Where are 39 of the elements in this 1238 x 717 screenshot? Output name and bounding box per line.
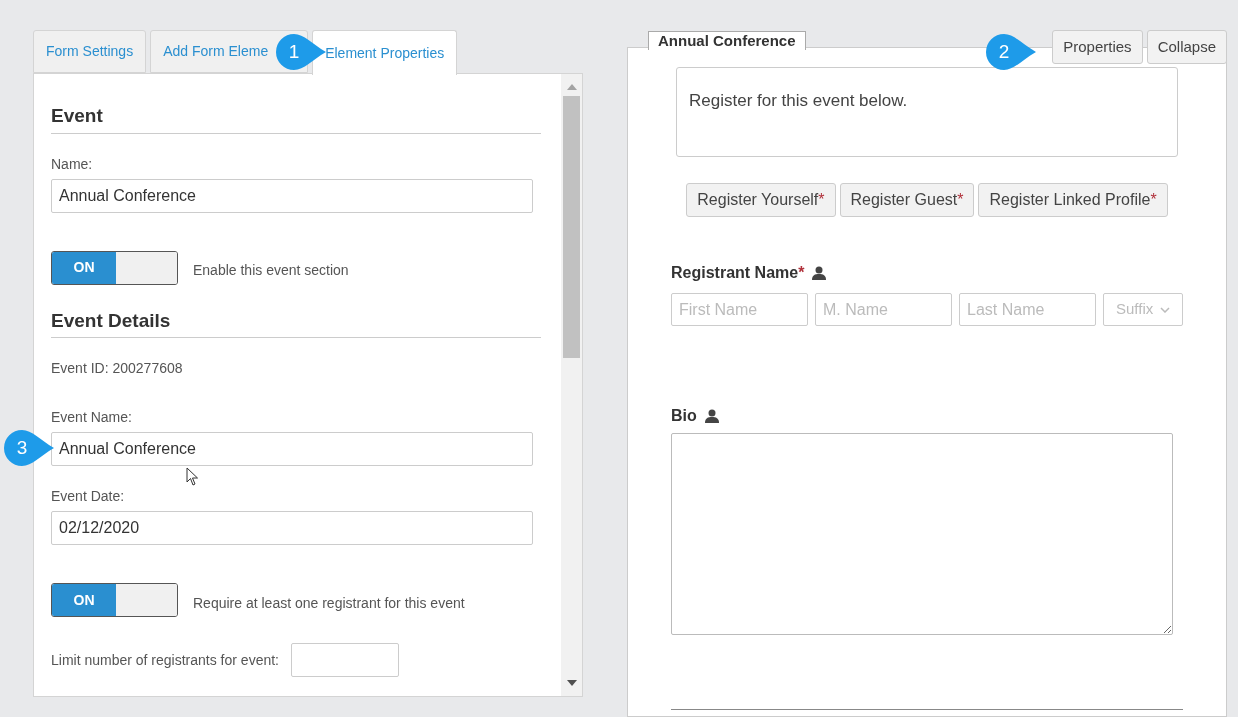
number-field[interactable] [291,643,399,677]
section-heading: Event Details [51,306,541,338]
register-button[interactable]: Register Linked Profile* [978,183,1168,217]
person-icon [812,266,827,280]
register-button[interactable]: Register Yourself* [686,183,836,217]
toggle-switch[interactable]: ON [51,583,178,617]
bio-textarea[interactable] [671,433,1173,635]
text-field[interactable]: 02/12/2020 [51,511,533,545]
name-field[interactable]: Last Name [959,293,1096,326]
text-field[interactable]: Annual Conference [51,432,533,466]
name-field[interactable]: M. Name [815,293,952,326]
toggle-label: Enable this event section [193,261,349,280]
toggle-label: Require at least one registrant for this event [193,593,465,613]
name-field[interactable]: First Name [671,293,808,326]
field-label: Registrant Name* [671,263,805,283]
person-icon [704,409,719,423]
section-tab[interactable]: Annual Conference [648,31,806,50]
panel-button[interactable]: Collapse [1146,30,1227,64]
cursor-icon [186,467,199,487]
scroll-up-icon[interactable] [566,84,577,90]
toggle-switch[interactable]: ON [51,250,178,285]
step-callout-tooltip: 3 [4,430,54,466]
step-callout-tooltip: 1 [276,34,326,70]
field-label: Limit number of registrants for event: [51,650,279,670]
scrollbar[interactable] [561,74,582,696]
tab[interactable]: Element Properties [312,30,458,75]
chevron-down-icon [1160,306,1170,313]
panel-button[interactable]: Properties [1052,30,1143,64]
section-heading: Event [51,102,541,134]
scroll-down-icon[interactable] [566,680,577,686]
field-label: Event Date: [51,487,126,506]
field-label: Bio [671,406,697,426]
field-label: Name: [51,154,94,174]
intro-box: Register for this event below. [676,67,1178,157]
field-label: Event Name: [51,408,133,427]
step-callout-tooltip: 2 [986,34,1036,70]
register-button[interactable]: Register Guest* [839,183,975,217]
event-id-text: Event ID: 200277608 [51,359,184,378]
text-field[interactable]: Annual Conference [51,178,533,213]
